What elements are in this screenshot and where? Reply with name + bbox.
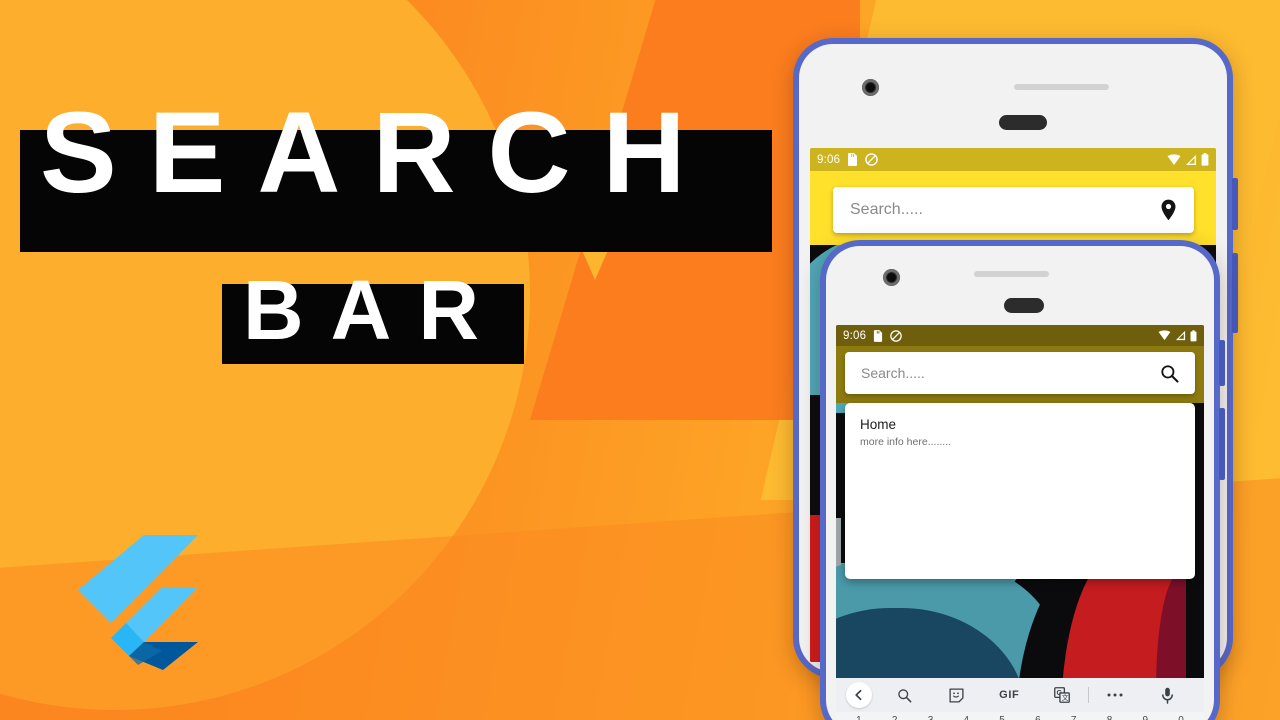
battery-icon (1201, 153, 1209, 166)
phone-power-button-front[interactable] (1219, 340, 1225, 386)
keyboard-key-1[interactable]: 1 (841, 712, 877, 720)
phone-power-button-back[interactable] (1232, 178, 1238, 230)
front-camera-icon-front (883, 269, 900, 286)
phone-volume-button-front[interactable] (1219, 408, 1225, 480)
back-chevron-icon[interactable] (846, 682, 872, 708)
phone-volume-button-back[interactable] (1232, 253, 1238, 333)
sticker-icon[interactable] (931, 687, 984, 703)
search-field-front[interactable]: Search..... (845, 352, 1195, 394)
wifi-icon (1158, 330, 1171, 341)
dnd-icon (890, 329, 902, 342)
sd-card-icon (874, 329, 883, 342)
status-time-front: 9:06 (843, 329, 867, 342)
keyboard-toolbar: GIF G 文 (836, 678, 1204, 712)
result-card-subtitle: more info here........ (860, 436, 952, 448)
search-result-card[interactable]: Home more info here........ (845, 403, 1195, 579)
keyboard-key-7[interactable]: 7 (1056, 712, 1092, 720)
keyboard-key-3[interactable]: 3 (913, 712, 949, 720)
overflow-icon[interactable] (1089, 692, 1142, 698)
page-title-line2: BAR (243, 263, 506, 357)
earpiece-grille-front (974, 271, 1049, 277)
earpiece-grille-back (1014, 84, 1109, 90)
search-placeholder-back: Search..... (850, 201, 923, 218)
svg-text:文: 文 (1061, 693, 1068, 702)
wifi-icon (1167, 153, 1181, 165)
result-card-title: Home (860, 417, 897, 432)
keyboard-key-2[interactable]: 2 (877, 712, 913, 720)
phone-screen-front: 9:06 Search..... Home more info here....… (836, 325, 1204, 720)
battery-icon (1190, 329, 1197, 341)
status-bar-front: 9:06 (836, 325, 1204, 346)
page-title-line1: SEARCH (40, 89, 718, 217)
thumbnail-canvas: SEARCH BAR 9:06 Search..... 9:06 Search.… (0, 0, 1280, 720)
gif-icon[interactable]: GIF (983, 689, 1036, 701)
status-time-back: 9:06 (817, 153, 841, 166)
phone-body-front: 9:06 Search..... Home more info here....… (826, 246, 1214, 720)
sensor-pill-back (999, 115, 1047, 130)
search-icon[interactable] (1160, 364, 1179, 383)
search-icon[interactable] (878, 688, 931, 703)
android-phone-front: 9:06 Search..... Home more info here....… (820, 240, 1225, 720)
front-camera-icon-back (862, 79, 879, 96)
search-field-back[interactable]: Search..... (833, 187, 1194, 233)
signal-icon (1175, 330, 1186, 341)
dnd-icon (865, 153, 878, 166)
sd-card-icon (848, 153, 858, 166)
signal-icon (1186, 154, 1196, 165)
keyboard-key-0[interactable]: 0 (1163, 712, 1199, 720)
translate-icon[interactable]: G 文 (1036, 687, 1089, 703)
mic-icon[interactable] (1142, 687, 1195, 704)
flutter-logo (78, 535, 198, 670)
location-pin-icon[interactable] (1160, 199, 1177, 221)
keyboard-number-row: 1234567890 (836, 712, 1204, 720)
keyboard-key-5[interactable]: 5 (984, 712, 1020, 720)
status-bar-back: 9:06 (810, 148, 1216, 171)
keyboard-key-4[interactable]: 4 (948, 712, 984, 720)
keyboard-key-8[interactable]: 8 (1092, 712, 1128, 720)
sensor-pill-front (1004, 298, 1044, 313)
keyboard-key-9[interactable]: 9 (1127, 712, 1163, 720)
search-placeholder-front: Search..... (861, 365, 925, 381)
keyboard-key-6[interactable]: 6 (1020, 712, 1056, 720)
